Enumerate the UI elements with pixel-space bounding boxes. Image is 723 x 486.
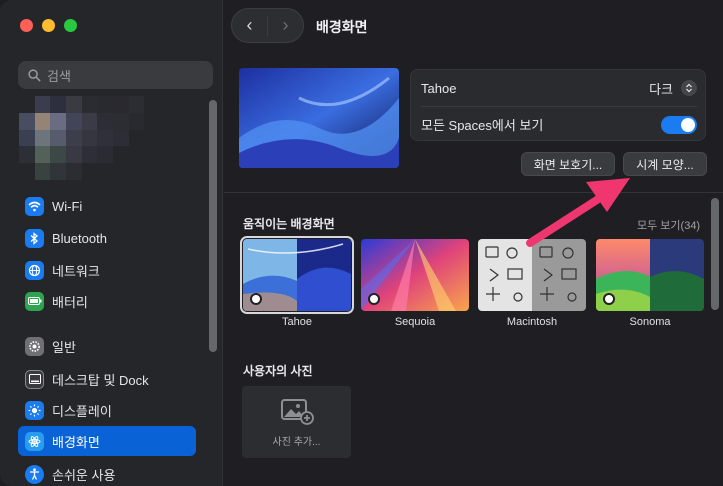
search-icon xyxy=(28,68,41,82)
appearance-popup[interactable]: 다크 xyxy=(649,79,697,98)
dynamic-badge-icon xyxy=(368,293,380,305)
wallpaper-icon xyxy=(25,431,44,451)
wifi-icon xyxy=(25,196,44,216)
sidebar-item-bluetooth[interactable]: Bluetooth xyxy=(18,223,196,253)
wallpaper-options-panel: Tahoe 다크 모든 Spaces에서 보기 xyxy=(410,69,706,141)
dynamic-badge-icon xyxy=(603,293,615,305)
sidebar-item-general[interactable]: 일반 xyxy=(18,331,196,361)
sidebar-item-label: Bluetooth xyxy=(52,230,107,246)
photo-add-icon xyxy=(280,398,314,425)
page-title: 배경화면 xyxy=(316,19,368,35)
accessibility-icon xyxy=(25,464,44,484)
wallpaper-thumb-macintosh[interactable] xyxy=(478,239,586,311)
clock-appearance-button[interactable]: 시계 모양... xyxy=(623,152,707,176)
sidebar-item-wifi[interactable]: Wi-Fi xyxy=(18,191,196,221)
main-pane: ‹ › 배경화면 Tahoe 다크 모든 Spaces에서 보기 화면 보호기.… xyxy=(224,0,723,486)
sidebar-item-label: 일반 xyxy=(52,339,76,355)
sidebar-item-label: 네트워크 xyxy=(52,263,100,279)
wallpaper-label-macintosh: Macintosh xyxy=(506,316,558,328)
sidebar-item-label: 손쉬운 사용 xyxy=(52,467,116,483)
globe-icon xyxy=(25,260,44,280)
wallpaper-thumb-sonoma[interactable] xyxy=(596,239,704,311)
add-photo-button[interactable]: 사진 추가... xyxy=(242,386,351,458)
sidebar-item-displays[interactable]: 디스플레이 xyxy=(18,395,196,425)
bluetooth-icon xyxy=(25,228,44,248)
search-field[interactable]: 검색 xyxy=(18,61,213,89)
search-placeholder: 검색 xyxy=(47,68,71,84)
wallpaper-appearance-row: Tahoe 다크 xyxy=(421,70,697,106)
dock-icon xyxy=(25,369,44,389)
see-all-link[interactable]: 모두 보기(34) xyxy=(637,217,700,233)
updown-chevron-icon xyxy=(681,80,697,96)
show-all-spaces-label: 모든 Spaces에서 보기 xyxy=(421,118,544,133)
section-divider xyxy=(224,192,723,193)
close-window-button[interactable] xyxy=(20,19,33,32)
dynamic-wallpapers-heading: 움직이는 배경화면 xyxy=(243,217,335,231)
sun-icon xyxy=(25,400,44,420)
wallpaper-thumb-sequoia[interactable] xyxy=(361,239,469,311)
wallpaper-label-sonoma: Sonoma xyxy=(629,316,671,328)
appearance-value: 다크 xyxy=(649,81,673,97)
show-all-spaces-row: 모든 Spaces에서 보기 xyxy=(421,106,697,142)
gear-icon xyxy=(25,336,44,356)
system-settings-window: 검색 Wi-Fi Bluetooth 네트워크 배터리 일반 데스크탑 및 Do… xyxy=(0,0,723,486)
main-scrollbar[interactable] xyxy=(711,198,719,310)
sidebar-item-label: 데스크탑 및 Dock xyxy=(52,372,149,388)
nav-buttons: ‹ › xyxy=(231,8,304,43)
forward-button[interactable]: › xyxy=(268,15,303,36)
sidebar-item-label: 디스플레이 xyxy=(52,403,112,419)
battery-icon xyxy=(25,291,44,311)
current-wallpaper-name: Tahoe xyxy=(421,80,457,96)
sidebar-item-label: Wi-Fi xyxy=(52,198,83,214)
sidebar-item-accessibility[interactable]: 손쉬운 사용 xyxy=(18,459,196,486)
zoom-window-button[interactable] xyxy=(64,19,77,32)
screensaver-button[interactable]: 화면 보호기... xyxy=(521,152,615,176)
back-button[interactable]: ‹ xyxy=(232,15,267,36)
sidebar-item-wallpaper[interactable]: 배경화면 xyxy=(18,426,196,456)
sidebar-item-desktop-dock[interactable]: 데스크탑 및 Dock xyxy=(18,364,196,394)
show-all-spaces-toggle[interactable] xyxy=(661,115,697,134)
dynamic-badge-icon xyxy=(250,293,262,305)
account-avatar-blurred[interactable] xyxy=(19,96,160,180)
current-wallpaper-preview xyxy=(239,68,399,168)
sidebar-item-battery[interactable]: 배터리 xyxy=(18,286,196,316)
sidebar-item-label: 배터리 xyxy=(52,294,88,310)
wallpaper-label-sequoia: Sequoia xyxy=(394,316,436,328)
wallpaper-thumb-tahoe[interactable] xyxy=(240,236,354,314)
add-photo-label: 사진 추가... xyxy=(272,436,321,448)
sidebar-item-network[interactable]: 네트워크 xyxy=(18,255,196,285)
wallpaper-label-tahoe: Tahoe xyxy=(282,316,312,328)
sidebar: 검색 Wi-Fi Bluetooth 네트워크 배터리 일반 데스크탑 및 Do… xyxy=(0,0,223,486)
minimize-window-button[interactable] xyxy=(42,19,55,32)
sidebar-item-label: 배경화면 xyxy=(52,434,100,450)
user-photos-heading: 사용자의 사진 xyxy=(243,364,313,378)
sidebar-scrollbar[interactable] xyxy=(209,100,217,352)
